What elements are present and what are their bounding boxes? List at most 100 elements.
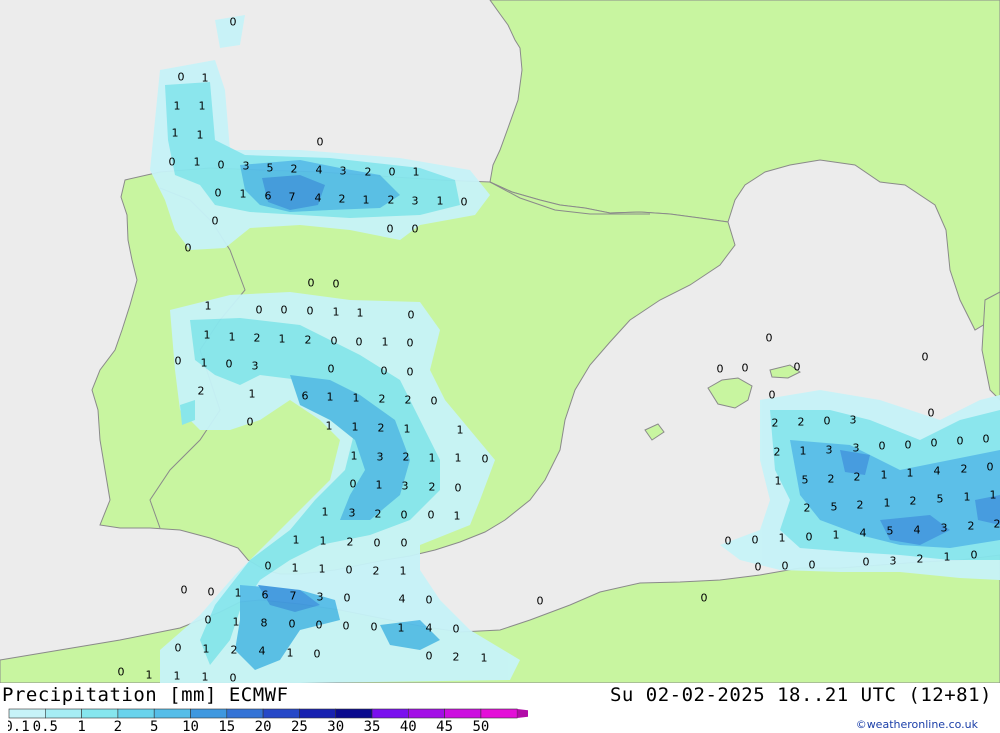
precip-value: 2 xyxy=(968,520,975,533)
precip-value: 1 xyxy=(326,420,333,433)
precip-value: 1 xyxy=(202,671,209,684)
precip-value: 1 xyxy=(249,388,256,401)
precip-value: 1 xyxy=(240,188,247,201)
precip-value: 1 xyxy=(455,452,462,465)
precip-value: 0 xyxy=(331,335,338,348)
precip-value: 1 xyxy=(884,497,891,510)
precip-value: 0 xyxy=(922,351,929,364)
precip-value: 0 xyxy=(175,355,182,368)
precip-value: 0 xyxy=(381,365,388,378)
precip-value: 3 xyxy=(941,522,948,535)
precip-value: 3 xyxy=(317,591,324,604)
precip-value: 0 xyxy=(371,621,378,634)
precip-value: 1 xyxy=(201,357,208,370)
precip-value: 1 xyxy=(437,195,444,208)
precip-value: 0 xyxy=(118,666,125,679)
precip-value: 0 xyxy=(717,363,724,376)
precip-value: 0 xyxy=(905,439,912,452)
precip-value: 0 xyxy=(356,336,363,349)
precip-value: 0 xyxy=(333,278,340,291)
legend-swatch xyxy=(335,708,373,719)
legend-swatch xyxy=(190,708,228,719)
precip-value: 0 xyxy=(218,159,225,172)
precip-value: 5 xyxy=(831,501,838,514)
precip-value: 0 xyxy=(824,415,831,428)
legend-tick-label: 15 xyxy=(218,719,235,733)
precip-value: 0 xyxy=(769,389,776,402)
precip-value: 1 xyxy=(376,479,383,492)
precip-value: 4 xyxy=(934,465,941,478)
precip-value: 2 xyxy=(798,416,805,429)
precip-value: 2 xyxy=(231,644,238,657)
precip-value: 0 xyxy=(328,363,335,376)
legend-tick-label: 0.5 xyxy=(33,719,58,733)
precip-value: 0 xyxy=(289,618,296,631)
precip-value: 1 xyxy=(333,306,340,319)
precip-value: 2 xyxy=(365,166,372,179)
precip-value: 1 xyxy=(292,562,299,575)
legend-tick-label: 20 xyxy=(255,719,272,733)
precip-value: 0 xyxy=(931,437,938,450)
precip-value: 0 xyxy=(537,595,544,608)
precip-value: 1 xyxy=(907,467,914,480)
legend-swatch xyxy=(480,708,518,719)
precip-value: 0 xyxy=(408,309,415,322)
precip-value: 3 xyxy=(377,451,384,464)
precip-value: 0 xyxy=(401,509,408,522)
legend-swatch xyxy=(44,708,82,719)
precip-value: 2 xyxy=(854,471,861,484)
precip-value: 1 xyxy=(352,421,359,434)
credit-link[interactable]: ©weatheronline.co.uk xyxy=(856,718,978,731)
precip-value: 6 xyxy=(302,390,309,403)
precip-value: 0 xyxy=(928,407,935,420)
precip-value: 1 xyxy=(327,391,334,404)
precip-value: 3 xyxy=(890,555,897,568)
color-legend: 0.1 0.5 1 2 5 10 15 20 25 30 35 40 45 50 xyxy=(8,708,528,733)
legend-arrow xyxy=(517,709,528,718)
precip-value: 0 xyxy=(212,215,219,228)
precip-value: 0 xyxy=(308,277,315,290)
precip-value: 0 xyxy=(461,196,468,209)
precip-value: 7 xyxy=(289,191,296,204)
precip-value: 0 xyxy=(316,619,323,632)
precip-value: 0 xyxy=(343,620,350,633)
precip-value: 2 xyxy=(910,495,917,508)
precip-value: 0 xyxy=(701,592,708,605)
precip-value: 8 xyxy=(261,617,268,630)
precip-value: 1 xyxy=(944,551,951,564)
legend-tick-label: 2 xyxy=(114,719,122,733)
legend-tick-label: 1 xyxy=(77,719,85,733)
precip-value: 2 xyxy=(291,163,298,176)
precip-value: 1 xyxy=(146,669,153,682)
precip-value: 3 xyxy=(340,165,347,178)
legend-tick-label: 45 xyxy=(436,719,453,733)
precip-value: 4 xyxy=(259,645,266,658)
precip-value: 1 xyxy=(287,647,294,660)
precip-value: 2 xyxy=(198,385,205,398)
precip-value: 5 xyxy=(802,474,809,487)
precip-value: 2 xyxy=(804,502,811,515)
precip-value: 0 xyxy=(407,337,414,350)
precip-value: 0 xyxy=(205,614,212,627)
legend-tick-label: 35 xyxy=(364,719,381,733)
precip-value: 1 xyxy=(279,333,286,346)
precip-value: 1 xyxy=(413,166,420,179)
legend-swatch xyxy=(8,708,46,719)
precip-value: 0 xyxy=(307,305,314,318)
precip-value: 2 xyxy=(339,193,346,206)
precip-value: 0 xyxy=(782,560,789,573)
precip-value: 2 xyxy=(375,508,382,521)
precip-value: 1 xyxy=(429,452,436,465)
precip-value: 0 xyxy=(185,242,192,255)
precip-value: 0 xyxy=(806,531,813,544)
precip-value: 5 xyxy=(267,162,274,175)
precip-value: 0 xyxy=(346,564,353,577)
legend-swatch xyxy=(117,708,155,719)
valid-time: Su 02-02-2025 18..21 UTC (12+81) xyxy=(609,684,992,706)
legend-swatch xyxy=(444,708,482,719)
precip-value: 5 xyxy=(887,525,894,538)
precip-value: 0 xyxy=(374,537,381,550)
precip-value: 0 xyxy=(247,416,254,429)
precip-value: 2 xyxy=(917,553,924,566)
precip-value: 1 xyxy=(204,329,211,342)
